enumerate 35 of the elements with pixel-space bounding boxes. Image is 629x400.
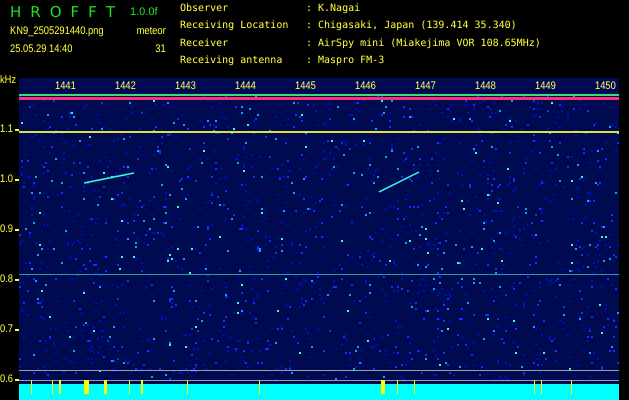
app-title: H R O F F T: [10, 3, 115, 21]
axis-tick-label: 0.7: [0, 324, 13, 335]
axis-tick-label: 0.6: [0, 374, 13, 385]
axis-tick-label: 0.8: [0, 274, 13, 285]
info-value: K.Nagai: [318, 3, 362, 16]
axis-tick-label: 0.9: [0, 224, 13, 235]
mode-label: meteor: [136, 25, 167, 37]
separator-colon: :: [306, 20, 314, 34]
filename-label: KN9_2505291440.png: [10, 25, 105, 37]
info-value: Chigasaki, Japan (139.414 35.340): [318, 20, 518, 34]
timestamp-label: 25.05.29 14:40: [10, 43, 74, 55]
version-label: 1.0.0f: [130, 6, 158, 18]
time-label: 1446: [355, 81, 376, 92]
time-label: 1441: [55, 81, 76, 92]
count-label: 31: [154, 43, 167, 55]
time-label: 1448: [475, 81, 496, 92]
time-label: 1443: [175, 81, 196, 92]
time-label: 1449: [535, 81, 556, 92]
time-label: 1444: [235, 81, 256, 92]
separator-colon: :: [306, 54, 314, 68]
time-label: 1445: [295, 81, 316, 92]
axis-tick-label: 1.1: [0, 124, 13, 135]
axis-unit-label: kHz: [0, 75, 16, 86]
info-label: Receiving Location: [180, 20, 290, 34]
separator-colon: :: [306, 3, 314, 16]
time-label: 1442: [115, 81, 136, 92]
axis-tick-label: 1.0: [0, 174, 13, 185]
time-label: 1447: [415, 81, 436, 92]
time-label: 1450: [595, 81, 616, 92]
info-value: AirSpy mini (Miakejima VOR 108.65MHz): [318, 38, 542, 50]
info-value: Maspro FM-3: [318, 54, 386, 68]
info-label: Receiver: [180, 38, 230, 50]
info-label: Receiving antenna: [180, 54, 284, 68]
info-label: Observer: [180, 3, 230, 16]
separator-colon: :: [306, 38, 314, 50]
